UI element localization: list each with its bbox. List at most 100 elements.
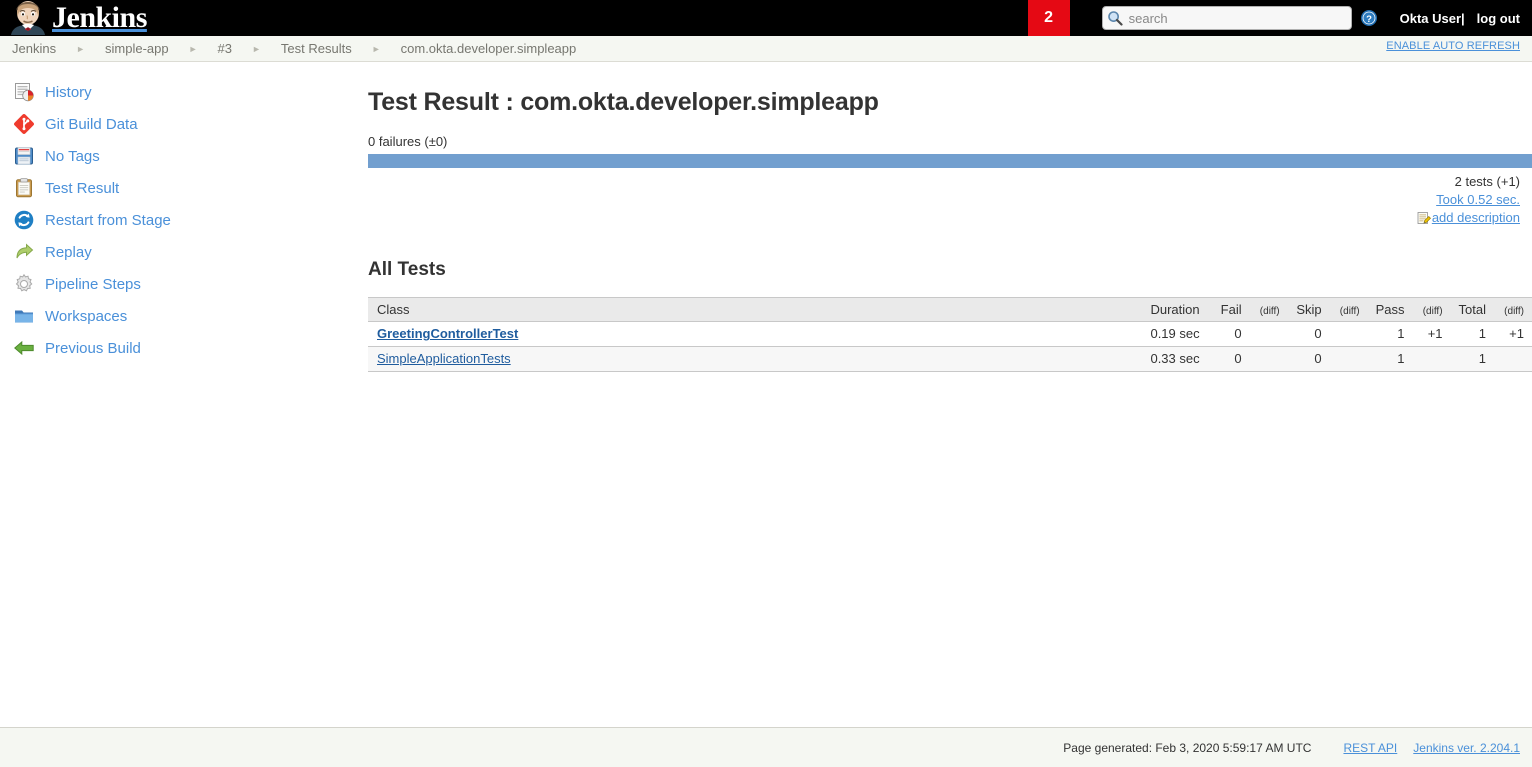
cell-pass-diff [1412, 346, 1451, 372]
cell-fail-diff [1249, 321, 1288, 347]
search-box[interactable] [1101, 6, 1352, 30]
sidebar-item-restart-from-stage[interactable]: Restart from Stage [0, 204, 360, 236]
cell-skip-diff [1329, 346, 1368, 372]
sidebar-item-label: Pipeline Steps [45, 275, 141, 293]
test-result-progress-bar [368, 154, 1532, 168]
chevron-right-icon: ► [251, 43, 261, 54]
all-tests-table: Class Duration Fail (diff) Skip (diff) P… [368, 296, 1532, 372]
cell-skip: 0 [1287, 346, 1330, 372]
table-header-row: Class Duration Fail (diff) Skip (diff) P… [368, 296, 1532, 322]
logout-separator: | [1461, 10, 1465, 26]
cell-fail: 0 [1207, 346, 1250, 372]
build-queue-badge[interactable]: 2 [1027, 0, 1070, 36]
cell-pass-diff: +1 [1412, 321, 1451, 347]
table-body: GreetingControllerTest 0.19 sec 0 0 1 +1… [368, 321, 1532, 372]
notepad-pencil-icon [1417, 212, 1431, 224]
cell-skip-diff [1329, 321, 1368, 347]
sidebar-item-history[interactable]: History [0, 76, 360, 108]
th-skip[interactable]: Skip [1287, 296, 1330, 322]
floppy-disk-icon [12, 144, 36, 168]
sidebar-item-git-build-data[interactable]: Git Build Data [0, 108, 360, 140]
cell-duration: 0.33 sec [1133, 346, 1208, 372]
git-diamond-icon [12, 112, 36, 136]
table-row: GreetingControllerTest 0.19 sec 0 0 1 +1… [368, 321, 1532, 347]
rest-api-link[interactable]: REST API [1343, 741, 1397, 755]
th-fail-diff: (diff) [1249, 296, 1288, 322]
cell-duration: 0.19 sec [1133, 321, 1208, 347]
cell-total-diff [1494, 346, 1532, 372]
cell-total: 1 [1450, 346, 1494, 372]
breadcrumb-item-simple-app[interactable]: simple-app [103, 41, 171, 56]
enable-auto-refresh-link[interactable]: ENABLE AUTO REFRESH [1386, 40, 1520, 52]
left-arrow-icon [12, 336, 36, 360]
failures-summary: 0 failures (±0) [368, 134, 448, 149]
cell-fail-diff [1249, 346, 1288, 372]
top-navigation-bar: Jenkins 2 ? Okta User | log out [0, 0, 1532, 36]
breadcrumb-bar: Jenkins ► simple-app ► #3 ► Test Results… [0, 36, 1532, 62]
cell-skip: 0 [1287, 321, 1330, 347]
chevron-right-icon: ► [371, 43, 381, 54]
main-content: Test Result : com.okta.developer.simplea… [368, 62, 1532, 372]
sidebar-item-label: History [45, 83, 92, 101]
took-duration-link[interactable]: Took 0.52 sec. [1436, 192, 1520, 207]
table-header: Class Duration Fail (diff) Skip (diff) P… [368, 296, 1532, 322]
folder-icon [12, 304, 36, 328]
sidebar-item-pipeline-steps[interactable]: Pipeline Steps [0, 268, 360, 300]
restart-circular-arrows-icon [12, 208, 36, 232]
chevron-right-icon: ► [76, 43, 85, 54]
sidebar-item-test-result[interactable]: Test Result [0, 172, 360, 204]
th-total[interactable]: Total [1450, 296, 1494, 322]
sidebar-item-label: Replay [45, 243, 92, 261]
breadcrumb-item-build[interactable]: #3 [216, 41, 234, 56]
test-class-link[interactable]: GreetingControllerTest [377, 326, 518, 341]
th-fail[interactable]: Fail [1207, 296, 1250, 322]
jenkins-version-link[interactable]: Jenkins ver. 2.204.1 [1413, 741, 1520, 755]
sidebar-item-label: Previous Build [45, 339, 141, 357]
all-tests-heading: All Tests [368, 259, 446, 280]
sidebar-item-workspaces[interactable]: Workspaces [0, 300, 360, 332]
page-footer: Page generated: Feb 3, 2020 5:59:17 AM U… [0, 727, 1532, 767]
th-pass[interactable]: Pass [1367, 296, 1413, 322]
add-description-row[interactable]: add description [1417, 209, 1520, 227]
breadcrumb-item-jenkins[interactable]: Jenkins [10, 41, 58, 56]
brand-title: Jenkins [52, 1, 147, 34]
cell-pass: 1 [1367, 321, 1413, 347]
user-name-link[interactable]: Okta User [1400, 11, 1461, 26]
breadcrumb-item-test-results[interactable]: Test Results [279, 41, 354, 56]
sidebar-item-previous-build[interactable]: Previous Build [0, 332, 360, 364]
cell-class: GreetingControllerTest [368, 321, 1134, 347]
logout-link[interactable]: log out [1477, 11, 1520, 26]
chevron-right-icon: ► [188, 43, 198, 54]
top-bar-right-group: 2 ? Okta User | log out [1027, 0, 1532, 36]
search-input[interactable] [1101, 6, 1352, 30]
sidebar-item-label: Git Build Data [45, 115, 138, 133]
clipboard-icon [12, 176, 36, 200]
th-pass-diff: (diff) [1412, 296, 1451, 322]
th-class[interactable]: Class [368, 296, 1134, 322]
add-description-link[interactable]: add description [1432, 209, 1520, 227]
test-class-link[interactable]: SimpleApplicationTests [377, 351, 511, 366]
help-circle-icon[interactable]: ? [1360, 9, 1378, 27]
sidebar-item-replay[interactable]: Replay [0, 236, 360, 268]
th-skip-diff: (diff) [1329, 296, 1368, 322]
breadcrumb-item-package[interactable]: com.okta.developer.simpleapp [399, 41, 579, 56]
gear-icon [12, 272, 36, 296]
breadcrumb: Jenkins ► simple-app ► #3 ► Test Results… [0, 41, 578, 56]
svg-text:?: ? [1366, 14, 1372, 25]
test-stats-block: 2 tests (+1) Took 0.52 sec. add descript… [368, 173, 1520, 230]
th-total-diff: (diff) [1494, 296, 1532, 322]
th-duration[interactable]: Duration [1133, 296, 1208, 322]
replay-arrow-icon [12, 240, 36, 264]
cell-total-diff: +1 [1494, 321, 1532, 347]
sidebar-item-label: Workspaces [45, 307, 128, 325]
cell-total: 1 [1450, 321, 1494, 347]
table-row: SimpleApplicationTests 0.33 sec 0 0 1 1 [368, 346, 1532, 372]
sidebar-item-label: Test Result [45, 179, 120, 197]
page-generated-text: Page generated: Feb 3, 2020 5:59:17 AM U… [1063, 740, 1312, 755]
jenkins-home-link[interactable]: Jenkins [0, 0, 147, 36]
jenkins-butler-icon [11, 1, 45, 35]
history-chart-icon [12, 80, 36, 104]
cell-fail: 0 [1207, 321, 1250, 347]
sidebar-item-label: No Tags [45, 147, 100, 165]
sidebar-item-no-tags[interactable]: No Tags [0, 140, 360, 172]
